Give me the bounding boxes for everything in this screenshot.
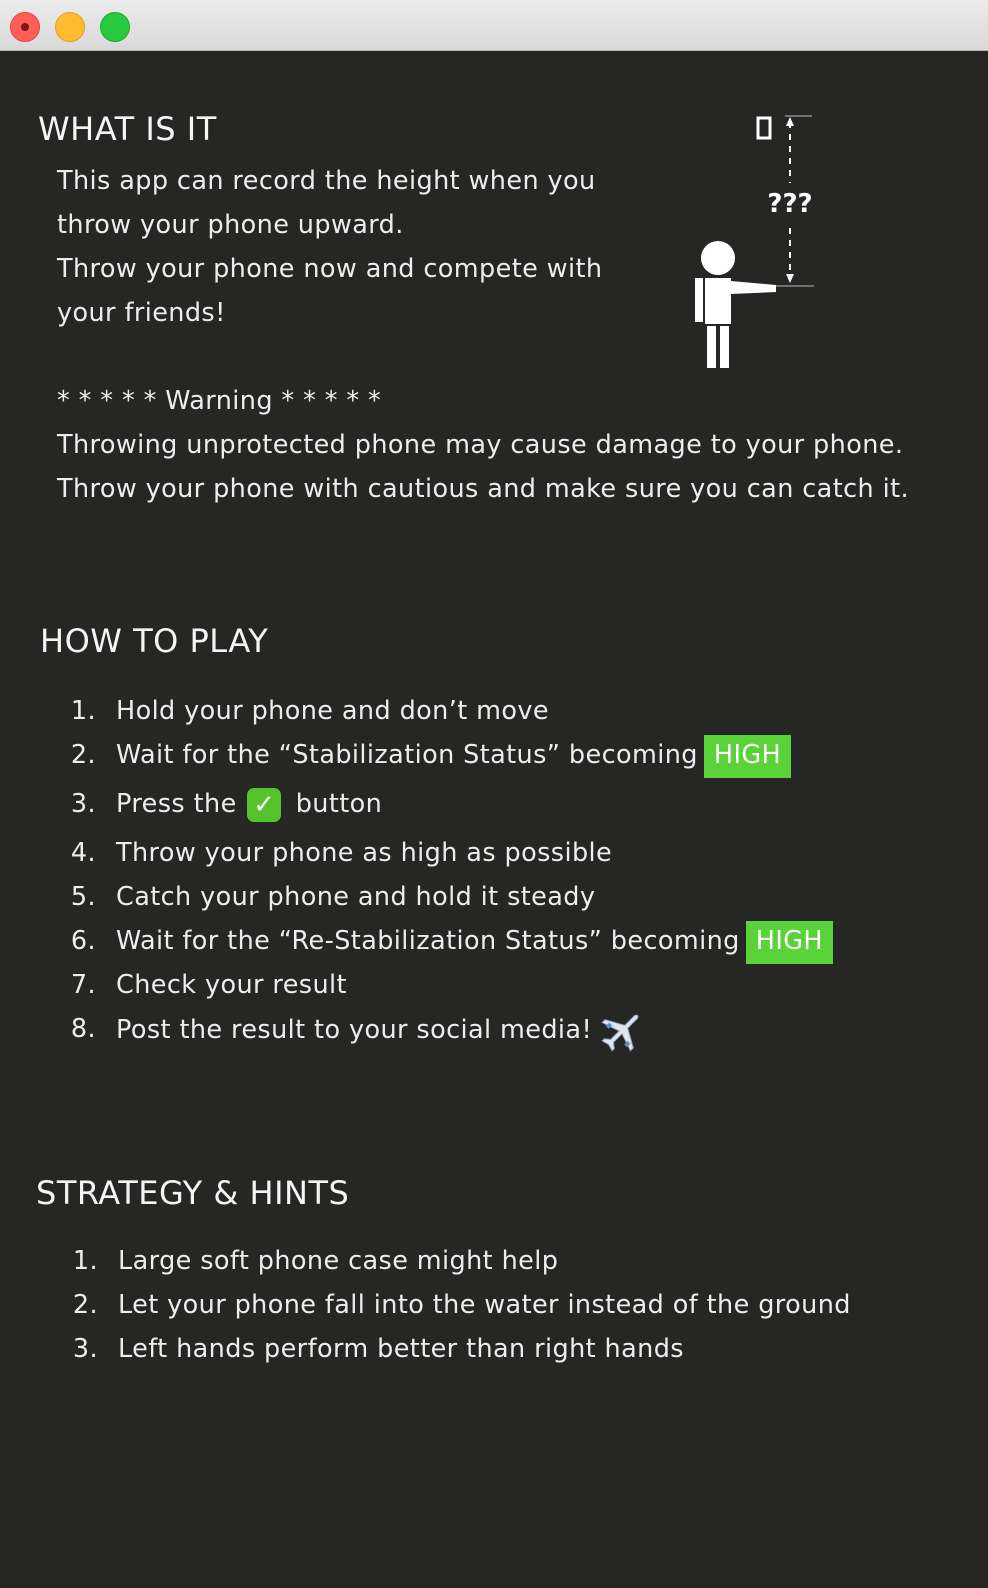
warning-line: Throw your phone with cautious and make … [57,474,909,504]
arrow-up-icon [786,117,794,126]
warning-title: * * * * * Warning * * * * * [57,386,382,416]
intro-line: your friends! [57,298,226,328]
list-item: 4. Throw your phone as high as possible [70,838,613,868]
arrow-down-icon [786,274,794,283]
throw-height-illustration: 0 ??? [695,115,814,368]
person-icon [695,241,776,368]
warning-block: * * * * * Warning * * * * * Throwing unp… [57,379,909,511]
minimize-button[interactable] [55,12,85,42]
list-item: 8. Post the result to your social media! [66,1007,946,1052]
intro-line: This app can record the height when you [57,166,596,196]
list-item: 3. Press the ✓ button [70,788,383,822]
intro-text: This app can record the height when you … [57,159,602,335]
phone-icon [756,116,772,140]
high-status-badge: HIGH [745,920,833,964]
how-to-play-heading: HOW TO PLAY [40,622,269,660]
strategy-list: 1. Large soft phone case might help 2. L… [68,1239,948,1371]
how-to-play-list: 1. Hold your phone and don’t move 2. Wai… [66,689,946,1052]
strategy-heading: STRATEGY & HINTS [36,1174,350,1212]
intro-line: throw your phone upward. [57,210,404,240]
list-item: 7. Check your result [70,970,347,1000]
what-is-it-heading: WHAT IS IT [38,110,217,148]
window-titlebar [0,0,988,51]
list-item: 5. Catch your phone and hold it steady [70,882,596,912]
high-status-badge: HIGH [703,734,792,778]
zoom-button[interactable] [100,12,130,42]
intro-line: Throw your phone now and compete with [57,254,603,284]
warning-line: Throwing unprotected phone may cause dam… [57,430,904,460]
list-item: 2. Let your phone fall into the water in… [72,1290,851,1320]
close-button[interactable] [10,12,40,42]
list-item: 1. Large soft phone case might help [72,1246,559,1276]
check-icon: ✓ [247,788,282,822]
list-item: 6. Wait for the “Re-Stabilization Status… [66,919,946,964]
list-item: 3. Left hands perform better than right … [72,1334,684,1364]
height-label: ??? [767,189,812,219]
list-item: 1. Hold your phone and don’t move [70,696,549,726]
airplane-icon [601,1014,639,1052]
list-item: 2. Wait for the “Stabilization Status” b… [66,733,946,778]
